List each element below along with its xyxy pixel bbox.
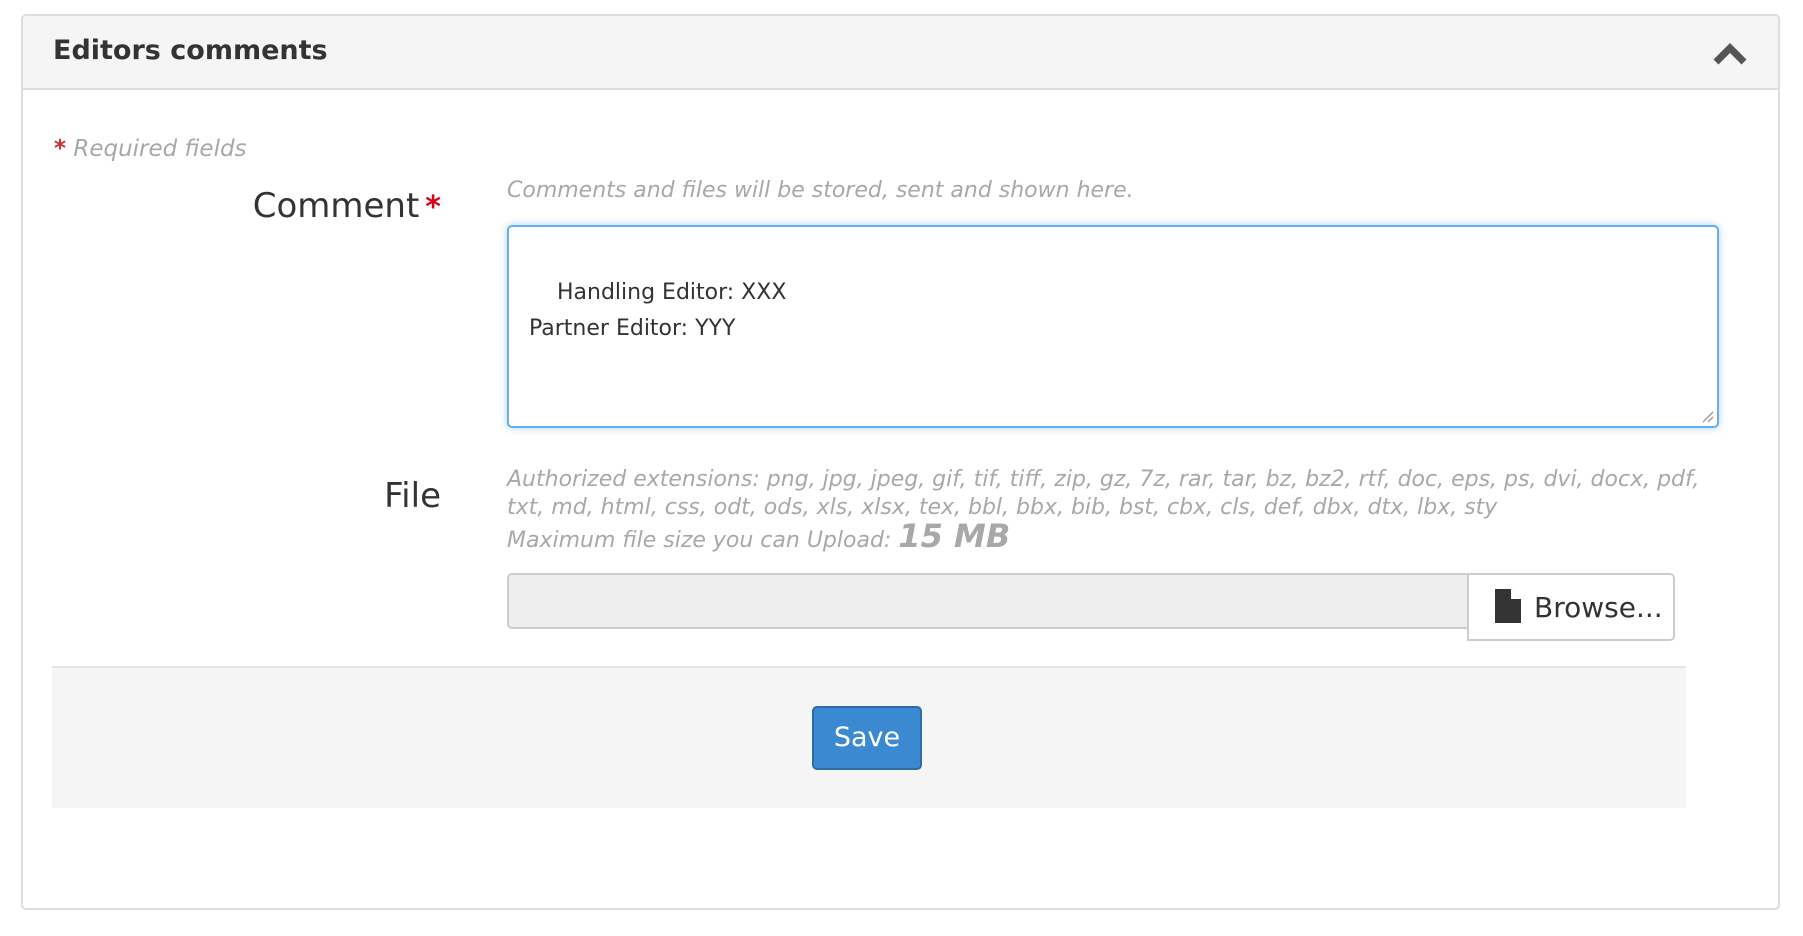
max-size-value: 15 MB [898,517,1011,555]
form-actions-bar: Save [52,666,1686,808]
resize-grip-icon[interactable] [1700,409,1714,423]
comment-label-text: Comment [252,186,420,226]
file-extensions-help: Authorized extensions: png, jpg, jpeg, g… [507,467,1700,520]
save-button[interactable]: Save [812,706,922,770]
chevron-up-icon[interactable] [1712,40,1748,66]
browse-button[interactable]: Browse... [1467,573,1675,641]
comment-required-marker: * [425,190,441,225]
comment-help-text: Comments and files will be stored, sent … [507,178,1134,203]
file-help: Authorized extensions: png, jpg, jpeg, g… [507,466,1737,555]
required-fields-text: Required fields [73,136,247,162]
file-max-size-help: Maximum file size you can Upload: 15 MB [507,520,1737,555]
comment-textarea-value: Handling Editor: XXX Partner Editor: YYY [529,280,787,341]
panel-heading[interactable]: Editors comments [23,16,1778,90]
comment-label: Comment * [253,184,441,230]
comment-textarea[interactable]: Handling Editor: XXX Partner Editor: YYY [507,225,1719,428]
browse-button-label: Browse... [1534,591,1663,624]
editors-comments-panel: Editors comments * Required fields Comme… [21,14,1780,910]
panel-title: Editors comments [53,35,328,66]
file-label: File [384,476,441,516]
selected-file-field[interactable] [507,573,1467,629]
required-marker: * [54,136,67,162]
max-size-label: Maximum file size you can Upload: [507,528,892,553]
required-fields-note: * Required fields [54,134,247,164]
file-icon [1495,589,1521,623]
file-input-group: Browse... [507,573,1719,641]
